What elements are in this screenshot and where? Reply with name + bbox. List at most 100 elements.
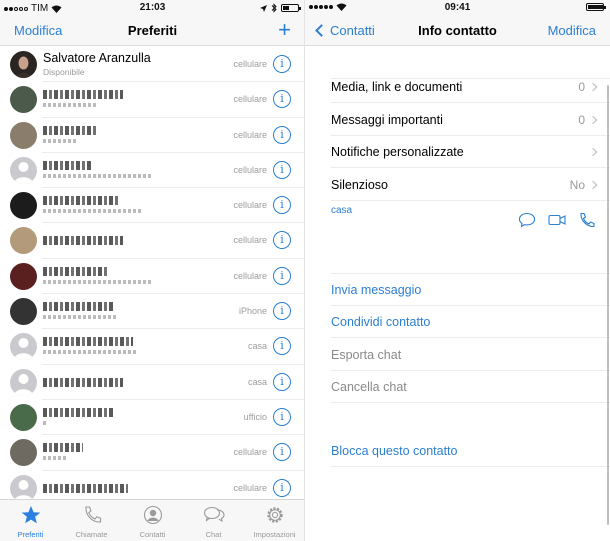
settings-row-media-link-e-documenti[interactable]: Media, link e documenti 0 <box>331 71 610 103</box>
favorite-row[interactable]: cellulare i <box>0 223 305 260</box>
phone-icon <box>81 505 103 525</box>
avatar <box>10 121 37 149</box>
row-label: Media, link e documenti <box>331 80 463 94</box>
favorite-row[interactable]: ufficio i <box>0 400 305 436</box>
info-button[interactable]: i <box>273 478 291 497</box>
battery-icon <box>586 3 606 11</box>
tab-impostazioni[interactable]: Impostazioni <box>244 500 305 541</box>
contact-name-obscured <box>43 443 83 453</box>
tab-label: Chat <box>205 530 222 539</box>
phone-type-label: casa <box>247 341 267 352</box>
info-button[interactable]: i <box>273 443 291 462</box>
avatar <box>10 51 37 78</box>
favorite-row[interactable]: cellulare i Salvatore Aranzulla Disponibil… <box>0 47 305 83</box>
add-favorite-button[interactable]: + <box>278 19 291 41</box>
favorite-row[interactable]: cellulare i <box>0 435 305 471</box>
page-title: Preferiti <box>127 23 178 38</box>
favorite-row[interactable]: cellulare i <box>0 259 305 295</box>
favorite-row[interactable]: casa i <box>0 329 305 365</box>
phone-type-label: cellulare <box>233 200 267 211</box>
info-button[interactable]: i <box>273 407 291 426</box>
row-value: 0 <box>578 112 585 127</box>
phone-type-label: cellulare <box>233 447 267 458</box>
avatar <box>10 298 37 326</box>
avatar <box>10 333 37 361</box>
row-value: No <box>569 177 585 192</box>
phone-type-label: cellulare <box>233 94 267 105</box>
info-button[interactable]: i <box>273 337 291 356</box>
tab-contatti[interactable]: Contatti <box>122 500 183 541</box>
phone-type-label: cellulare <box>233 482 267 493</box>
info-button[interactable]: i <box>273 372 291 391</box>
tab-preferiti[interactable]: Preferiti <box>0 500 61 541</box>
scrollbar[interactable] <box>607 85 609 525</box>
contact-name-obscured <box>43 266 108 276</box>
contact-name-obscured <box>43 483 128 493</box>
favorite-row[interactable]: cellulare i <box>0 471 305 499</box>
favorite-row[interactable]: cellulare i <box>0 188 305 224</box>
contact-icon <box>142 505 164 525</box>
tab-bar: Preferiti Chiamate Contatti Chat Imposta… <box>0 499 305 541</box>
favorite-row[interactable]: iPhone i <box>0 294 305 330</box>
contact-status-obscured <box>43 420 48 425</box>
favorite-row[interactable]: cellulare i <box>0 118 305 154</box>
favorites-navbar: Modifica Preferiti + <box>0 16 305 46</box>
action-invia-messaggio[interactable]: Invia messaggio <box>331 274 610 306</box>
favorites-list: cellulare i Salvatore Aranzulla Disponibil… <box>0 47 305 499</box>
action-label: Condividi contatto <box>331 315 431 330</box>
row-label: Messaggi importanti <box>331 112 443 127</box>
tab-chiamate[interactable]: Chiamate <box>61 500 122 541</box>
settings-row-messaggi-importanti[interactable]: Messaggi importanti 0 <box>331 104 610 136</box>
settings-row-notifiche-personalizzate[interactable]: Notifiche personalizzate <box>331 136 610 168</box>
info-button[interactable]: i <box>273 302 291 321</box>
contact-info-screen: 09:41 Contatti Info contatto Modifica Me… <box>305 0 610 541</box>
row-value: 0 <box>578 80 585 94</box>
action-esporta-chat[interactable]: Esporta chat <box>331 339 610 371</box>
bluetooth-icon <box>271 3 277 13</box>
contact-name-obscured <box>43 90 123 100</box>
info-button[interactable]: i <box>273 231 291 250</box>
chevron-right-icon <box>588 147 598 157</box>
info-button[interactable]: i <box>273 90 291 109</box>
phone-type-label: cellulare <box>233 235 267 246</box>
action-condividi-contatto[interactable]: Condividi contatto <box>331 306 610 339</box>
location-arrow-icon <box>260 4 267 12</box>
edit-contact-button[interactable]: Modifica <box>548 23 596 38</box>
phone-type-label: cellulare <box>233 270 267 281</box>
action-cancella-chat[interactable]: Cancella chat <box>331 371 610 403</box>
info-button[interactable]: i <box>273 266 291 285</box>
phone-type-label: cellulare <box>233 164 267 175</box>
contact-name-obscured <box>43 196 118 206</box>
favorite-row[interactable]: cellulare i <box>0 82 305 118</box>
contact-name-obscured <box>43 302 113 312</box>
info-button[interactable]: i <box>273 55 291 73</box>
settings-row-silenzioso[interactable]: Silenzioso No <box>331 169 610 201</box>
contact-status-obscured <box>43 315 118 320</box>
phone-type-label: cellulare <box>233 129 267 140</box>
contact-name-obscured <box>43 236 123 246</box>
info-button[interactable]: i <box>273 125 291 144</box>
tab-label: Preferiti <box>17 530 44 539</box>
tab-chat[interactable]: Chat <box>183 500 244 541</box>
video-call-icon[interactable] <box>548 212 566 228</box>
row-label: Silenzioso <box>331 177 388 192</box>
block-contact-label: Blocca questo contatto <box>331 444 458 458</box>
phone-call-icon[interactable] <box>578 212 596 228</box>
tab-label: Impostazioni <box>253 530 296 539</box>
info-button[interactable]: i <box>273 196 291 215</box>
block-contact-button[interactable]: Blocca questo contatto <box>331 435 610 467</box>
avatar <box>10 86 37 114</box>
message-bubble-icon[interactable] <box>518 212 536 228</box>
favorite-row[interactable]: cellulare i <box>0 153 305 189</box>
gear-icon <box>264 505 286 525</box>
avatar <box>10 192 37 220</box>
contact-name-obscured <box>43 125 98 135</box>
contact-name-obscured <box>43 377 123 387</box>
contact-status-obscured <box>43 279 153 284</box>
info-button[interactable]: i <box>273 160 291 179</box>
contact-status: Disponibile <box>43 67 85 77</box>
contact-status-obscured <box>43 350 138 355</box>
favorite-row[interactable]: casa i <box>0 365 305 401</box>
contact-status-obscured <box>43 209 143 214</box>
avatar <box>10 439 37 467</box>
